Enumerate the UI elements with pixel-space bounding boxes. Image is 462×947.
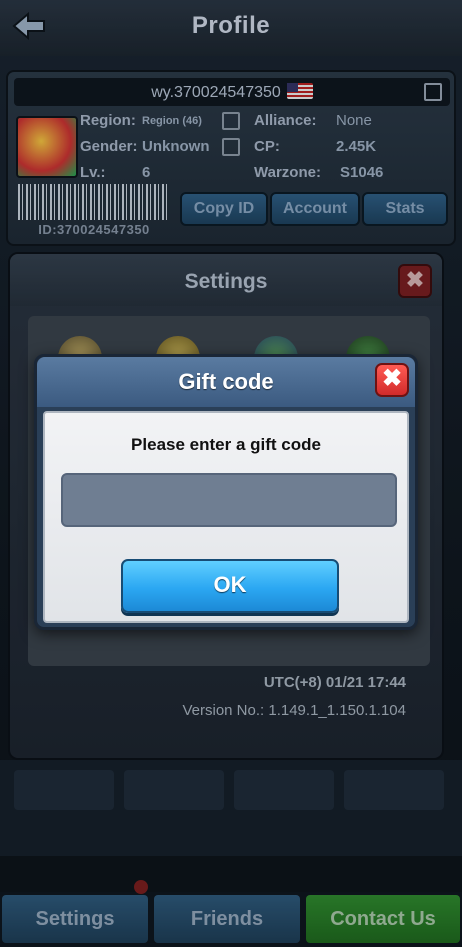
gift-code-close-button[interactable]: ✖ — [375, 363, 409, 397]
gift-code-body: Please enter a gift code OK — [43, 411, 409, 623]
gift-code-prompt: Please enter a gift code — [131, 435, 321, 454]
game-screen: Profile wy.370024547350 Region: Region (… — [0, 0, 462, 947]
gift-code-dialog: Gift code ✖ Please enter a gift code OK — [34, 354, 418, 630]
gift-code-title: Gift code — [178, 369, 274, 394]
gift-code-input[interactable] — [61, 473, 397, 527]
gift-code-header: Gift code ✖ — [37, 357, 415, 407]
ok-button[interactable]: OK — [121, 559, 339, 613]
